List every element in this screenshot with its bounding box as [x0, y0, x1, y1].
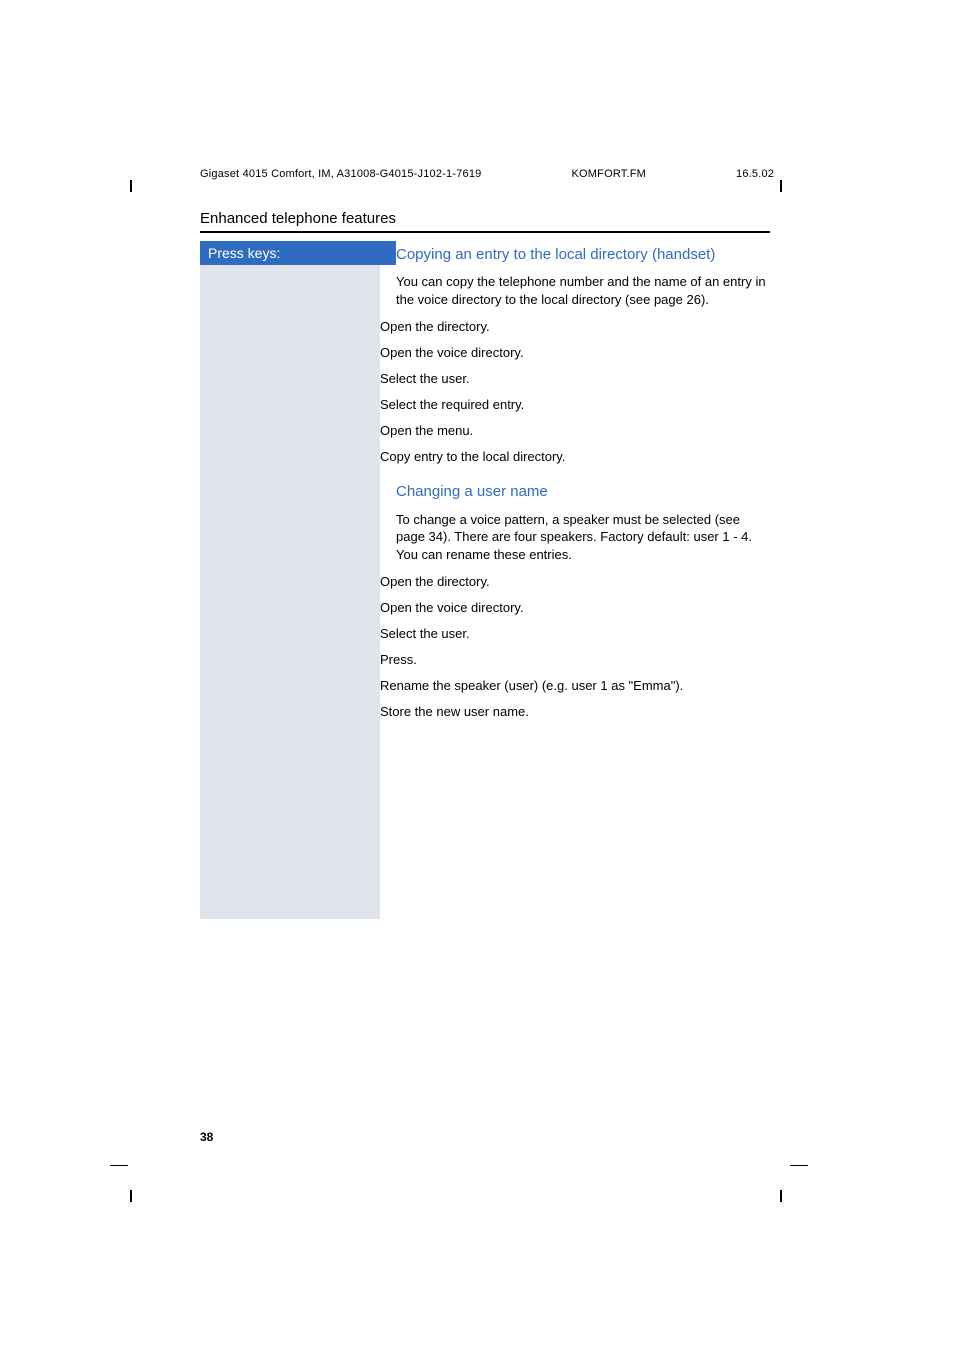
copy-step: OK Select the user.	[396, 370, 770, 390]
doc-date: 16.5.02	[736, 168, 774, 180]
rename-step: Language Open the voice directory.	[396, 599, 770, 619]
step-text: Select the required entry.	[380, 396, 770, 414]
rename-step: Change Press.	[396, 651, 770, 671]
crop-mark	[790, 1165, 808, 1166]
crop-mark	[780, 1190, 782, 1202]
step-text: Rename the speaker (user) (e.g. user 1 a…	[380, 677, 770, 695]
rename-step: Save Store the new user name.	[396, 703, 770, 723]
step-text: Copy entry to the local directory.	[380, 448, 770, 466]
doc-id: Gigaset 4015 Comfort, IM, A31008-G4015-J…	[200, 168, 482, 180]
step-text: Open the voice directory.	[380, 344, 770, 362]
copy-step: Select the required entry.	[396, 396, 770, 416]
intro-change-user: To change a voice pattern, a speaker mus…	[396, 511, 770, 564]
rename-step: Open the directory.	[396, 573, 770, 593]
crop-mark	[130, 180, 132, 192]
step-text: Open the menu.	[380, 422, 770, 440]
doc-file: KOMFORT.FM	[572, 168, 647, 180]
step-text: Press.	[380, 651, 770, 669]
crop-mark	[780, 180, 782, 192]
step-text: Open the directory.	[380, 318, 770, 336]
left-column: Press keys:	[200, 241, 380, 919]
copy-step: Open the menu.	[396, 422, 770, 442]
page-number: 38	[200, 1130, 213, 1144]
page-header: Gigaset 4015 Comfort, IM, A31008-G4015-J…	[200, 168, 770, 180]
heading-change-user: Changing a user name	[396, 482, 770, 502]
key-panel	[200, 265, 380, 919]
content: Press keys: Copying an entry to the loca…	[200, 241, 770, 919]
press-keys-header: Press keys:	[200, 241, 396, 265]
right-column: Copying an entry to the local directory …	[380, 241, 770, 729]
rename-step: Select the user.	[396, 625, 770, 645]
heading-copy-entry: Copying an entry to the local directory …	[396, 245, 770, 265]
crop-mark	[130, 1190, 132, 1202]
section-title: Enhanced telephone features	[200, 210, 770, 233]
rename-step: Rename the speaker (user) (e.g. user 1 a…	[396, 677, 770, 697]
page: Gigaset 4015 Comfort, IM, A31008-G4015-J…	[200, 168, 770, 919]
copy-step: Open the directory.	[396, 318, 770, 338]
step-text: Select the user.	[380, 625, 770, 643]
copy-step: Language Open the voice directory.	[396, 344, 770, 364]
step-text: Store the new user name.	[380, 703, 770, 721]
step-text: Open the voice directory.	[380, 599, 770, 617]
intro-copy-entry: You can copy the telephone number and th…	[396, 273, 770, 308]
copy-step: Copy EntryOK Copy entry to the local dir…	[396, 448, 770, 468]
step-text: Select the user.	[380, 370, 770, 388]
step-text: Open the directory.	[380, 573, 770, 591]
crop-mark	[110, 1165, 128, 1166]
